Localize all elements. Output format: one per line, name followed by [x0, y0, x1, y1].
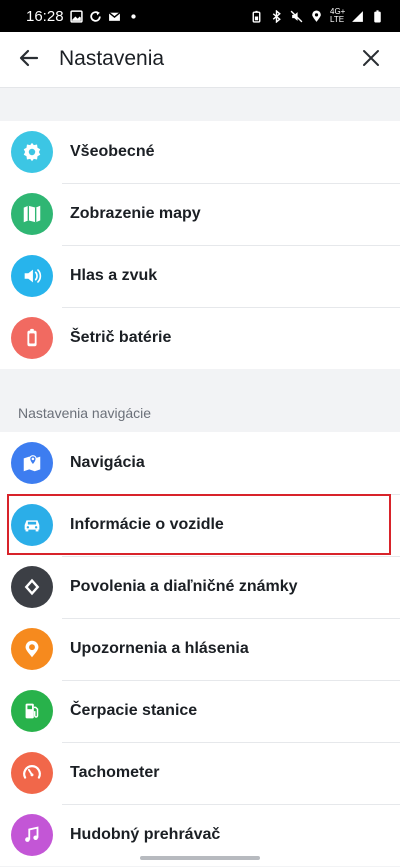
settings-item-label: Zobrazenie mapy — [70, 205, 201, 222]
settings-item-alerts-reports[interactable]: Upozornenia a hlásenia — [0, 618, 400, 680]
settings-item-label: Hlas a zvuk — [70, 267, 158, 284]
dot-icon — [127, 10, 140, 23]
gear-icon — [11, 131, 53, 173]
close-icon — [361, 48, 381, 73]
car-icon — [11, 504, 53, 546]
battery-icon — [371, 9, 384, 23]
status-time: 16:28 — [26, 7, 64, 25]
settings-item-label: Šetrič batérie — [70, 329, 172, 346]
speaker-icon — [11, 255, 53, 297]
settings-item-label: Navigácia — [70, 454, 145, 471]
settings-item-vehicle-info[interactable]: Informácie o vozidle — [0, 494, 400, 556]
settings-item-label: Povolenia a diaľničné známky — [70, 578, 298, 595]
settings-item-label: Upozornenia a hlásenia — [70, 640, 249, 657]
settings-item-label: Hudobný prehrávač — [70, 826, 221, 843]
navigation-map-icon — [11, 442, 53, 484]
battery-icon — [11, 317, 53, 359]
settings-item-label: Čerpacie stanice — [70, 702, 198, 719]
road-sign-icon — [11, 566, 53, 608]
back-button[interactable] — [14, 46, 44, 74]
page-title: Nastavenia — [59, 47, 165, 70]
settings-item-permits-vignettes[interactable]: Povolenia a diaľničné známky — [0, 556, 400, 618]
navigation-settings-list: Navigácia Informácie o vozidle Povolenia… — [0, 432, 400, 866]
location-icon — [310, 10, 323, 23]
image-icon — [69, 9, 83, 23]
settings-item-speedometer[interactable]: Tachometer — [0, 742, 400, 804]
fuel-pump-icon — [11, 690, 53, 732]
battery-saver-icon — [250, 10, 263, 23]
settings-item-label: Tachometer — [70, 764, 160, 781]
settings-item-voice-sound[interactable]: Hlas a zvuk — [0, 245, 400, 307]
sync-icon — [89, 10, 102, 23]
music-note-icon — [11, 814, 53, 856]
settings-item-label: Všeobecné — [70, 143, 155, 160]
settings-item-navigation[interactable]: Navigácia — [0, 432, 400, 494]
settings-item-general[interactable]: Všeobecné — [0, 121, 400, 183]
settings-item-map-display[interactable]: Zobrazenie mapy — [0, 183, 400, 245]
home-indicator[interactable] — [140, 856, 260, 860]
arrow-left-icon — [18, 47, 40, 74]
mute-icon — [290, 10, 303, 23]
signal-icon — [351, 10, 364, 23]
alert-pin-icon — [11, 628, 53, 670]
network-type: 4G+ LTE — [330, 7, 346, 24]
app-bar: Nastavenia — [0, 32, 400, 88]
settings-item-battery-saver[interactable]: Šetrič batérie — [0, 307, 400, 369]
settings-item-gas-stations[interactable]: Čerpacie stanice — [0, 680, 400, 742]
section-header-navigation: Nastavenia navigácie — [18, 405, 152, 421]
gmail-icon — [108, 10, 121, 23]
close-button[interactable] — [356, 46, 386, 74]
status-bar: 16:28 4G+ LTE — [0, 0, 400, 32]
map-icon — [11, 193, 53, 235]
bluetooth-icon — [270, 9, 283, 23]
settings-item-label: Informácie o vozidle — [70, 516, 224, 533]
general-settings-list: Všeobecné Zobrazenie mapy Hlas a zvuk Še… — [0, 121, 400, 369]
speedometer-icon — [11, 752, 53, 794]
